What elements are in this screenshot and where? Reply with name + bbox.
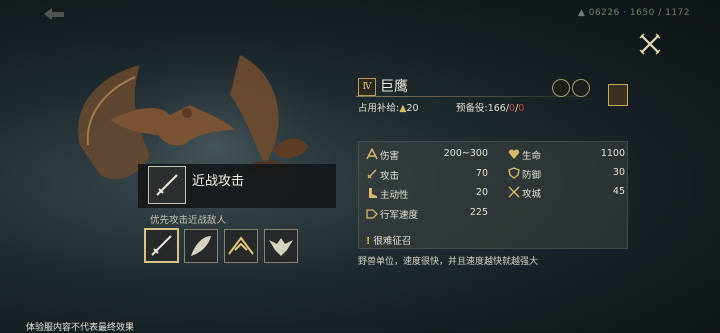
back-arrow-icon (44, 8, 64, 20)
boot-icon (369, 188, 377, 198)
siege-icon (508, 186, 520, 198)
skill-slot-swoop[interactable] (224, 229, 258, 263)
footer-disclaimer: 体验服内容不代表最终效果 (26, 323, 135, 333)
reserve-label: 预备役: (456, 103, 488, 114)
tooltip-description: 优先攻击近战敌人 (150, 215, 227, 226)
swoop-icon (228, 236, 254, 255)
stat-label-health: 生命 (522, 151, 542, 162)
reserve-red-value: 0 (518, 103, 525, 114)
resource-bar: ▲ 06226 · 1650 / 1172 (577, 8, 690, 18)
close-button[interactable] (636, 32, 664, 56)
reserve-info: 预备役:166/0/0 (456, 100, 524, 114)
back-button[interactable] (40, 4, 70, 24)
reserve-value: 166 (487, 103, 506, 114)
close-x-icon (639, 33, 661, 55)
trait-badge-icon[interactable] (552, 79, 570, 97)
unit-description: 野兽单位，速度很快，并且速度越快就越强大 (358, 257, 539, 267)
sword-icon (151, 235, 172, 256)
level-badge: Ⅳ (358, 78, 376, 96)
supply-value: 20 (406, 103, 419, 114)
stat-label-damage: 伤害 (380, 151, 400, 162)
march-icon (366, 209, 378, 219)
tooltip-title: 近战攻击 (192, 174, 245, 189)
recruit-note: ! 很难征召 (366, 233, 411, 247)
stat-value-attack: 70 (475, 168, 488, 179)
stat-label-siege: 攻城 (522, 189, 542, 200)
shield-icon (508, 167, 520, 179)
unit-name: 巨鹰 (380, 79, 408, 95)
stat-value-march-speed: 225 (469, 207, 488, 218)
feather-icon (191, 236, 211, 256)
stat-value-damage: 200~300 (443, 148, 488, 159)
skill-slot-feather[interactable] (184, 229, 218, 263)
stat-value-defense: 30 (612, 167, 625, 178)
stat-value-health: 1100 (600, 148, 625, 159)
skill-slot-eagle-emblem[interactable] (264, 229, 298, 263)
stat-label-defense: 防御 (522, 170, 542, 181)
supply-icon: ▲ (399, 103, 407, 114)
heart-icon (508, 149, 520, 159)
eagle-emblem-icon (269, 238, 293, 256)
stat-label-attack: 攻击 (380, 171, 400, 182)
damage-icon (366, 148, 378, 160)
upgrade-badge-icon[interactable] (572, 79, 590, 97)
supply-label: 占用补给: (358, 103, 400, 114)
skill-slot-melee-attack[interactable] (144, 228, 179, 263)
exclamation-icon: ! (366, 236, 371, 247)
sword-icon (367, 169, 377, 179)
unit-card-icon[interactable] (608, 84, 628, 106)
stat-label-march-speed: 行军速度 (380, 210, 419, 221)
recruit-note-text: 很难征召 (373, 236, 412, 247)
stat-value-siege: 45 (612, 186, 625, 197)
header-divider (356, 96, 588, 97)
melee-attack-icon (148, 166, 186, 204)
stat-label-initiative: 主动性 (380, 190, 409, 201)
supply-info: 占用补给:▲20 (358, 100, 419, 114)
stat-value-initiative: 20 (475, 187, 488, 198)
